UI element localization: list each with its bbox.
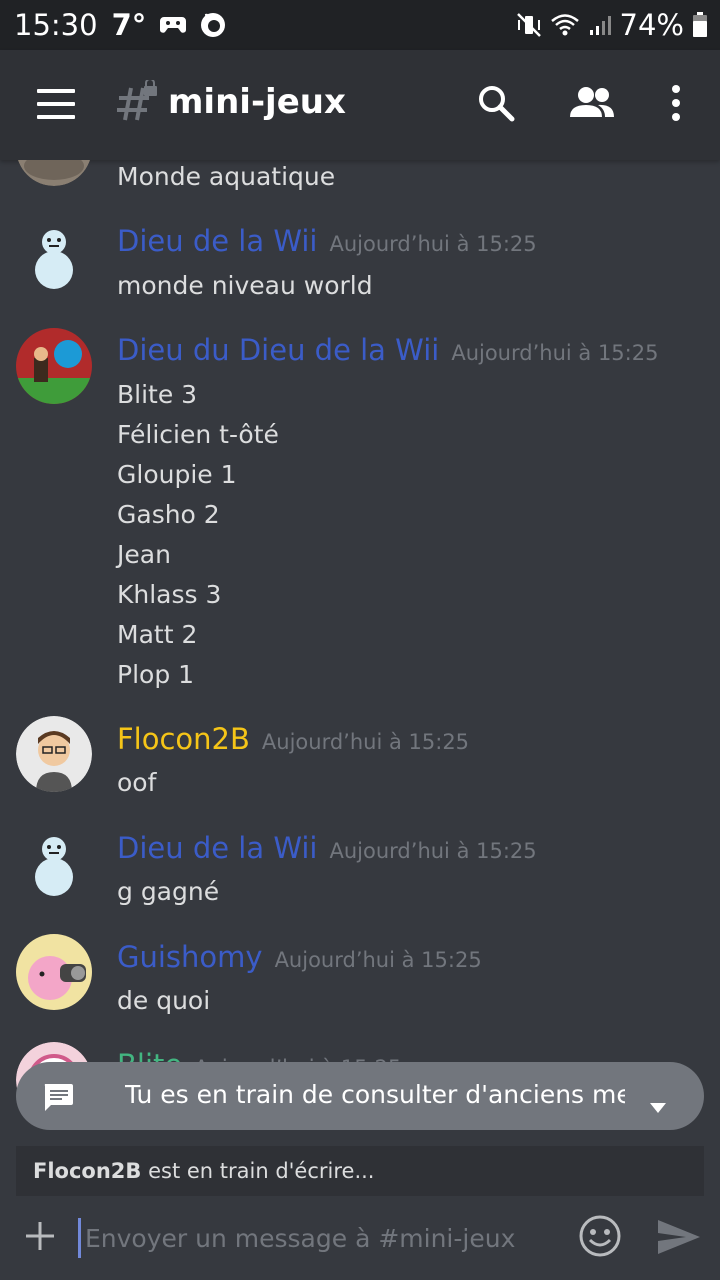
message-text: Félicien t-ôté <box>117 420 279 449</box>
username[interactable]: Dieu de la Wii <box>117 831 318 865</box>
avatar[interactable] <box>16 934 92 1010</box>
status-bar: 15:30 7° 74% <box>0 0 720 50</box>
message-list[interactable]: Monde aquatique Dieu de la Wii Aujourd’hu… <box>0 160 720 1195</box>
message-text: de quoi <box>117 986 211 1015</box>
emoji-icon[interactable] <box>578 1214 622 1262</box>
chevron-down-icon[interactable] <box>650 1090 666 1119</box>
timestamp: Aujourd’hui à 15:25 <box>261 730 470 754</box>
typing-text: est en train d'écrire... <box>141 1159 375 1183</box>
avatar[interactable] <box>16 716 92 792</box>
add-attachment-icon[interactable] <box>24 1220 56 1256</box>
message-text: Jean <box>117 540 171 569</box>
avatar[interactable] <box>16 160 92 186</box>
message-text: Blite 3 <box>117 380 198 409</box>
locked-channel-hash-icon <box>115 78 159 128</box>
channel-header: mini-jeux <box>0 50 720 160</box>
timestamp: Aujourd’hui à 15:25 <box>451 341 659 365</box>
message-text: Matt 2 <box>117 620 198 649</box>
message-author[interactable]: Dieu du Dieu de la Wii Aujourd’hui à 15:2… <box>117 333 658 367</box>
firefox-icon <box>200 12 226 38</box>
typing-indicator: Flocon2B est en train d'écrire... <box>16 1146 704 1196</box>
message-author[interactable]: Dieu de la Wii Aujourd’hui à 15:25 <box>117 831 537 865</box>
message-text: Gloupie 1 <box>117 460 237 489</box>
username[interactable]: Guishomy <box>117 940 263 974</box>
message-author[interactable]: Dieu de la Wii Aujourd’hui à 15:25 <box>117 224 537 258</box>
clock: 15:30 <box>14 8 98 42</box>
wifi-icon <box>550 13 580 37</box>
message-input[interactable] <box>78 1218 565 1258</box>
message-text: Gasho 2 <box>117 500 220 529</box>
message-author[interactable]: Guishomy Aujourd’hui à 15:25 <box>117 940 482 974</box>
search-icon[interactable] <box>476 83 516 127</box>
battery-percent: 74% <box>619 8 684 42</box>
old-messages-banner[interactable]: Tu es en train de consulter d'anciens me… <box>16 1062 704 1130</box>
message-text: g gagné <box>117 877 220 906</box>
message-composer <box>0 1196 720 1280</box>
mute-vibrate-icon <box>516 12 542 38</box>
members-icon[interactable] <box>568 83 616 127</box>
message-text: monde niveau world <box>117 271 373 300</box>
avatar[interactable] <box>16 328 92 404</box>
timestamp: Aujourd’hui à 15:25 <box>274 948 482 972</box>
message-bubble-icon <box>42 1082 74 1118</box>
gamepad-icon <box>160 14 187 36</box>
avatar[interactable] <box>16 218 92 294</box>
menu-icon[interactable] <box>37 89 75 119</box>
send-icon[interactable] <box>656 1218 702 1260</box>
message-author[interactable]: Flocon2B Aujourd’hui à 15:25 <box>117 722 469 756</box>
avatar[interactable] <box>16 825 92 901</box>
message-text: Monde aquatique <box>117 162 336 191</box>
username[interactable]: Flocon2B <box>117 722 250 756</box>
channel-title: mini-jeux <box>168 82 346 122</box>
banner-text: Tu es en train de consulter d'anciens me… <box>125 1080 625 1109</box>
message-text: Plop 1 <box>117 660 195 689</box>
signal-icon <box>588 13 612 37</box>
message-text: oof <box>117 768 157 797</box>
typing-user: Flocon2B <box>33 1159 142 1183</box>
temperature: 7° <box>111 8 147 42</box>
timestamp: Aujourd’hui à 15:25 <box>329 839 537 863</box>
timestamp: Aujourd’hui à 15:25 <box>329 232 537 256</box>
battery-icon <box>692 12 708 38</box>
message-text: Khlass 3 <box>117 580 222 609</box>
username[interactable]: Dieu de la Wii <box>117 224 318 258</box>
more-options-icon[interactable] <box>668 83 684 127</box>
username[interactable]: Dieu du Dieu de la Wii <box>117 333 439 367</box>
